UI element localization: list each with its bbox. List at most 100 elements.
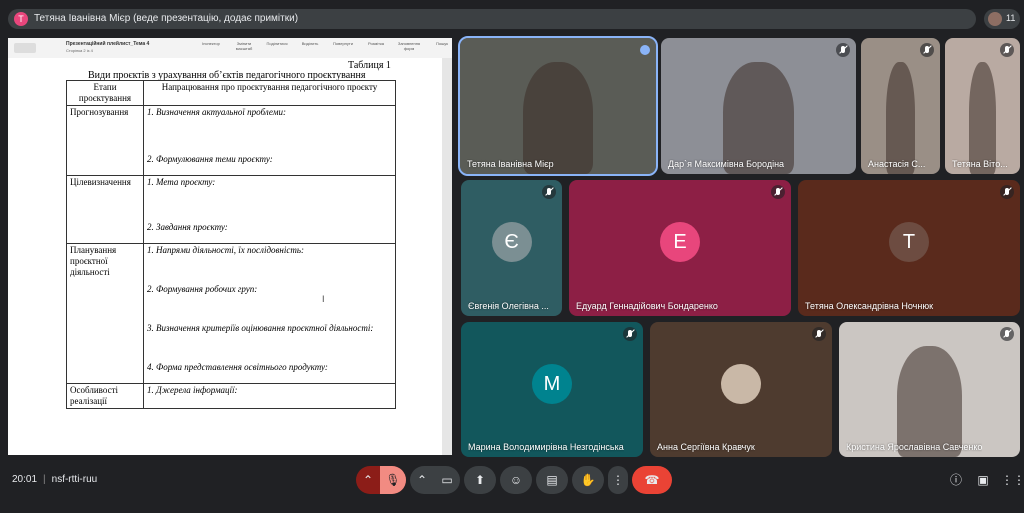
viewer-toolbar-items: Інспектор Змінити масштаб Поділитися Виділи… xyxy=(196,41,452,51)
participant-tile[interactable]: E Едуард Геннадійович Бондаренко xyxy=(569,180,791,316)
mic-off-icon xyxy=(623,327,637,341)
presenter-avatar: T xyxy=(14,12,28,26)
end-call-icon: ☎ xyxy=(644,473,660,487)
participant-name: Тетяна Іванівна Мієр xyxy=(467,159,554,169)
raise-hand-icon: ✋ xyxy=(580,473,596,487)
meeting-info: 20:01 | nsf-rtti-ruu xyxy=(12,474,98,485)
camera-options-chevron-icon[interactable]: ⌃ xyxy=(410,466,434,494)
participant-name: Тетяна Олександрівна Ночнюк xyxy=(805,301,934,311)
participant-name: Кристина Ярославівна Савченко xyxy=(846,442,983,452)
participant-initial-avatar: Є xyxy=(491,222,532,262)
sidebar-toggle-button[interactable] xyxy=(14,43,36,53)
header-work: Напрацювання про проєктування педагогічн… xyxy=(143,80,396,106)
participant-video xyxy=(522,62,594,174)
participant-tile[interactable]: Тетяна Іванівна Мієр xyxy=(458,36,658,176)
participant-tile[interactable]: Анна Сергіївна Кравчук xyxy=(650,322,832,457)
shared-presentation: Презентаційний плейлист_Тема 4 Сторінка … xyxy=(8,38,452,455)
document-title: Презентаційний плейлист_Тема 4 xyxy=(66,41,150,47)
viewer-tool-item[interactable]: Заповнення форм xyxy=(394,41,424,51)
participant-photo-avatar xyxy=(721,363,761,404)
camera-icon[interactable]: ▭ xyxy=(434,466,460,494)
participant-initial-avatar: M xyxy=(532,363,572,404)
meeting-time: 20:01 xyxy=(12,474,38,485)
captions-icon: ▤ xyxy=(546,473,558,487)
viewer-tool-item[interactable]: Розмітка xyxy=(361,41,391,51)
participant-tile[interactable]: Є Євгенія Олегівна ... xyxy=(461,180,562,316)
emoji-icon: ☺ xyxy=(509,473,523,487)
present-icon: ⬆ xyxy=(474,473,486,487)
work-item: 4. Форма представлення освітнього продук… xyxy=(147,362,328,372)
work-item: 2. Формулювання теми проєкту: xyxy=(147,154,273,164)
participant-tile[interactable]: Дар`я Максимівна Бородіна xyxy=(661,38,856,174)
work-item: 1. Напрями діяльності, їх послідовність: xyxy=(147,245,304,255)
page-edge xyxy=(442,58,452,455)
mic-off-icon[interactable]: 🎙 xyxy=(380,466,406,494)
work-item: 3. Визначення критеріїв оцінювання проєк… xyxy=(147,323,374,333)
viewer-toolbar: Презентаційний плейлист_Тема 4 Сторінка … xyxy=(8,38,452,59)
work-item: 1. Мета проєкту: xyxy=(147,177,216,187)
work-item: 2. Завдання проєкту: xyxy=(147,222,228,232)
viewer-tool-item[interactable]: Інспектор xyxy=(196,41,226,51)
participant-video xyxy=(723,62,794,174)
viewer-tool-item[interactable]: Повернути xyxy=(328,41,358,51)
mic-options-chevron-icon[interactable]: ⌃ xyxy=(356,466,380,494)
stage-cell: Прогнозування xyxy=(66,105,144,176)
mic-off-icon xyxy=(812,327,826,341)
document-page-info: Сторінка 2 із 4 xyxy=(66,48,93,53)
participants-button[interactable]: 11 xyxy=(984,9,1020,29)
work-cell: 1. Джерела інформації: xyxy=(143,383,396,409)
stage-cell: Особливості реалізації xyxy=(66,383,144,409)
participant-tile[interactable]: M Марина Володимирівна Незгодінська xyxy=(461,322,643,457)
text-cursor-icon: I xyxy=(322,294,325,304)
participant-initial-avatar: E xyxy=(660,222,700,262)
speaking-indicator-icon xyxy=(640,45,650,55)
participant-tile[interactable]: T Тетяна Олександрівна Ночнюк xyxy=(798,180,1020,316)
table-row: Особливості реалізації 1. Джерела інформа… xyxy=(66,383,396,409)
document-page: Таблиця 1 Види проєктів з урахування об’… xyxy=(8,58,452,455)
mic-off-icon xyxy=(1000,327,1014,341)
participant-name: Анастасія С... xyxy=(868,159,926,169)
participant-video xyxy=(886,62,915,174)
stage-cell: Цілевизначення xyxy=(66,175,144,244)
work-item: 1. Джерела інформації: xyxy=(147,385,238,395)
chat-icon[interactable]: ▣ xyxy=(975,472,991,488)
participant-tile[interactable]: Анастасія С... xyxy=(861,38,940,174)
work-item: 1. Визначення актуальної проблеми: xyxy=(147,107,286,117)
participant-tile[interactable]: Тетяна Віто... xyxy=(945,38,1020,174)
participant-name: Тетяна Віто... xyxy=(952,159,1008,169)
meeting-code: nsf-rtti-ruu xyxy=(51,474,98,485)
viewer-tool-item[interactable]: Виділить xyxy=(295,41,325,51)
apps-icon[interactable]: ⋮⋮ xyxy=(1001,472,1024,488)
participant-tile[interactable]: Кристина Ярославівна Савченко xyxy=(839,322,1020,457)
camera-control[interactable]: ⌃ ▭ xyxy=(410,466,460,494)
info-icon[interactable]: ⓘ xyxy=(948,472,964,488)
leave-call-button[interactable]: ☎ xyxy=(632,466,672,494)
more-options-button[interactable]: ⋮ xyxy=(608,466,628,494)
viewer-tool-item[interactable]: Пошук xyxy=(427,41,452,51)
captions-button[interactable]: ▤ xyxy=(536,466,568,494)
viewer-tool-item[interactable]: Поділитися xyxy=(262,41,292,51)
participant-name: Анна Сергіївна Кравчук xyxy=(657,442,755,452)
microphone-control[interactable]: ⌃ 🎙 xyxy=(356,466,406,494)
work-cell: 1. Мета проєкту: 2. Завдання проєкту: xyxy=(143,175,396,244)
presenter-banner-text: Тетяна Іванівна Мієр (веде презентацію, … xyxy=(34,13,299,24)
table-row: Планування проєктної діяльності 1. Напрям… xyxy=(66,243,396,384)
more-icon: ⋮ xyxy=(612,473,624,487)
stage-cell: Планування проєктної діяльності xyxy=(66,243,144,384)
mic-off-icon xyxy=(920,43,934,57)
participant-name: Едуард Геннадійович Бондаренко xyxy=(576,301,718,311)
work-cell: 1. Напрями діяльності, їх послідовність:… xyxy=(143,243,396,384)
mic-off-icon xyxy=(1000,43,1014,57)
header-stages: Етапи проєктування xyxy=(66,80,144,106)
raise-hand-button[interactable]: ✋ xyxy=(572,466,604,494)
mic-off-icon xyxy=(1000,185,1014,199)
work-cell: 1. Визначення актуальної проблеми: 2. Фор… xyxy=(143,105,396,176)
present-button[interactable]: ⬆ xyxy=(464,466,496,494)
participant-video xyxy=(896,346,963,457)
mic-off-icon xyxy=(836,43,850,57)
emoji-button[interactable]: ☺ xyxy=(500,466,532,494)
presenter-banner: T Тетяна Іванівна Мієр (веде презентацію… xyxy=(8,9,976,29)
viewer-tool-item[interactable]: Змінити масштаб xyxy=(229,41,259,51)
project-table: Етапи проєктування Напрацювання про проє… xyxy=(66,80,396,409)
participant-name: Євгенія Олегівна ... xyxy=(468,301,549,311)
